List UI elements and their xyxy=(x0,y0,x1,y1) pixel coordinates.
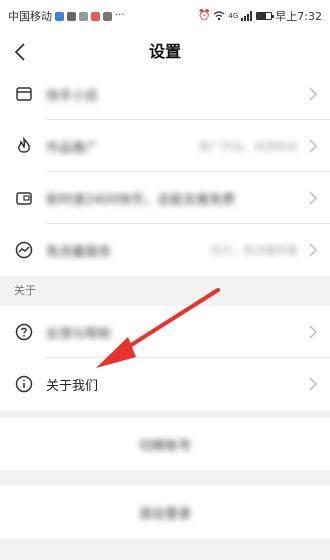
row-value: 推广作品，收获粉丝 xyxy=(199,140,298,153)
chevron-right-icon xyxy=(309,191,318,205)
chevron-left-icon xyxy=(14,43,25,61)
settings-row-about-us[interactable]: 关于我们 xyxy=(0,358,330,410)
about-list: 反馈与帮助 关于我们 xyxy=(0,306,330,410)
row-label: 快手小店 xyxy=(46,88,99,104)
nav-bar-overlay: 设置 xyxy=(0,32,330,68)
signal-icon xyxy=(241,11,253,21)
fire-icon xyxy=(14,136,34,156)
row-value: 包月，免流量观看 xyxy=(210,244,298,257)
settings-list: 快手小店 作品推广 推广作品，收获粉丝 新时速2400快币，总能去推免费 免流量… xyxy=(0,68,330,276)
wifi-icon xyxy=(214,11,225,21)
back-button[interactable] xyxy=(6,36,34,68)
chevron-right-icon xyxy=(309,243,318,257)
section-header-about: 关于 xyxy=(0,277,330,303)
clock-label: 早上7:32 xyxy=(275,10,322,23)
app-notification-icon xyxy=(55,11,64,21)
battery-icon xyxy=(256,12,275,20)
settings-row-feedback[interactable]: 反馈与帮助 xyxy=(0,306,330,358)
switch-account-button[interactable]: 切换账号 xyxy=(0,418,330,470)
settings-row-data-free[interactable]: 免流量服务 包月，免流量观看 xyxy=(0,224,330,276)
logout-button[interactable]: 退出登录 xyxy=(0,486,330,538)
app-notification-icon xyxy=(79,11,88,21)
wallet-card-icon xyxy=(14,188,34,208)
chevron-right-icon xyxy=(309,377,318,391)
carrier-label: 中国移动 xyxy=(8,10,52,23)
chevron-right-icon xyxy=(309,139,318,153)
switch-account-label: 切换账号 xyxy=(138,438,191,454)
alarm-icon: ⏰ xyxy=(197,10,211,21)
question-circle-icon xyxy=(14,322,34,342)
status-bar-left: 中国移动 ··· xyxy=(8,8,125,24)
store-icon xyxy=(14,84,34,104)
row-label: 反馈与帮助 xyxy=(46,326,112,342)
info-circle-icon xyxy=(14,374,34,394)
page-title: 设置 xyxy=(148,42,181,61)
settings-row-store[interactable]: 快手小店 xyxy=(0,68,330,120)
row-label: 作品推广 xyxy=(46,140,99,156)
status-bar-right: ⏰ 4G 早上7:32 xyxy=(198,8,322,24)
row-label: 新时速2400快币，总能去推免费 xyxy=(46,192,236,208)
settings-row-wallet[interactable]: 新时速2400快币，总能去推免费 xyxy=(0,172,330,224)
more-notifications-icon: ··· xyxy=(115,10,125,21)
network-type-label: 4G xyxy=(228,12,239,20)
app-notification-icon xyxy=(67,11,76,21)
chevron-right-icon xyxy=(309,87,318,101)
logout-label: 退出登录 xyxy=(138,506,191,522)
settings-row-promotion[interactable]: 作品推广 推广作品，收获粉丝 xyxy=(0,120,330,172)
chevron-right-icon xyxy=(309,325,318,339)
app-notification-icon xyxy=(91,11,100,21)
app-notification-icon xyxy=(103,11,112,21)
trend-circle-icon xyxy=(14,240,34,260)
row-label: 关于我们 xyxy=(46,378,99,394)
row-label: 免流量服务 xyxy=(46,244,112,260)
status-bar-overlay: 中国移动 ··· ⏰ 4G 早上7:32 xyxy=(0,0,330,32)
